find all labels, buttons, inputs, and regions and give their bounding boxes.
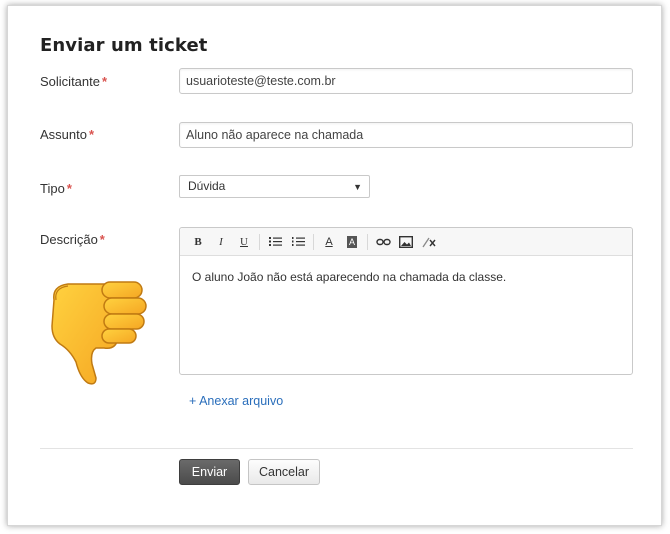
image-button[interactable] (398, 234, 414, 250)
submit-button[interactable]: Enviar (179, 459, 240, 485)
required-mark: * (101, 74, 108, 89)
image-icon (399, 235, 413, 248)
clear-formatting-icon (421, 237, 436, 247)
subject-label: Assunto * (40, 127, 95, 142)
bold-button[interactable]: B (190, 234, 206, 250)
numbered-list-button[interactable] (290, 234, 306, 250)
page-title: Enviar um ticket (40, 35, 208, 56)
bulleted-list-icon (268, 237, 282, 246)
form-divider (40, 448, 633, 449)
type-label: Tipo * (40, 181, 72, 196)
cancel-button[interactable]: Cancelar (248, 459, 320, 485)
toolbar-divider (367, 233, 368, 250)
background-color-icon: A (346, 235, 357, 248)
required-mark: * (99, 232, 105, 247)
bulleted-list-button[interactable] (267, 234, 283, 250)
thumbs-down-icon (51, 281, 147, 385)
editor-toolbar: B I U A A (180, 228, 632, 256)
link-button[interactable] (375, 234, 391, 250)
ticket-form-panel: Enviar um ticket Solicitante * usuariotes… (7, 5, 662, 526)
font-color-icon: A (325, 235, 333, 248)
underline-button[interactable]: U (236, 234, 252, 250)
clear-formatting-button[interactable] (421, 234, 437, 250)
background-color-button[interactable]: A (344, 234, 360, 250)
required-mark: * (88, 127, 95, 142)
italic-button[interactable]: I (213, 234, 229, 250)
link-icon (375, 238, 391, 245)
chevron-down-icon: ▼ (353, 182, 362, 192)
type-select[interactable]: Dúvida ▼ (179, 175, 370, 198)
description-label: Descrição * (40, 232, 105, 247)
font-color-button[interactable]: A (321, 234, 337, 250)
type-select-value: Dúvida (188, 179, 226, 193)
required-mark: * (66, 181, 72, 196)
requester-label: Solicitante * (40, 74, 108, 89)
numbered-list-icon (291, 237, 305, 246)
description-textarea[interactable]: O aluno João não está aparecendo na cham… (180, 256, 632, 298)
toolbar-divider (259, 233, 260, 250)
subject-input[interactable]: Aluno não aparece na chamada (179, 122, 633, 148)
requester-input[interactable]: usuarioteste@teste.com.br (179, 68, 633, 94)
description-editor: B I U A A O aluno João não está aparecen… (179, 227, 633, 375)
toolbar-divider (313, 233, 314, 250)
attach-file-link[interactable]: + Anexar arquivo (189, 394, 283, 408)
